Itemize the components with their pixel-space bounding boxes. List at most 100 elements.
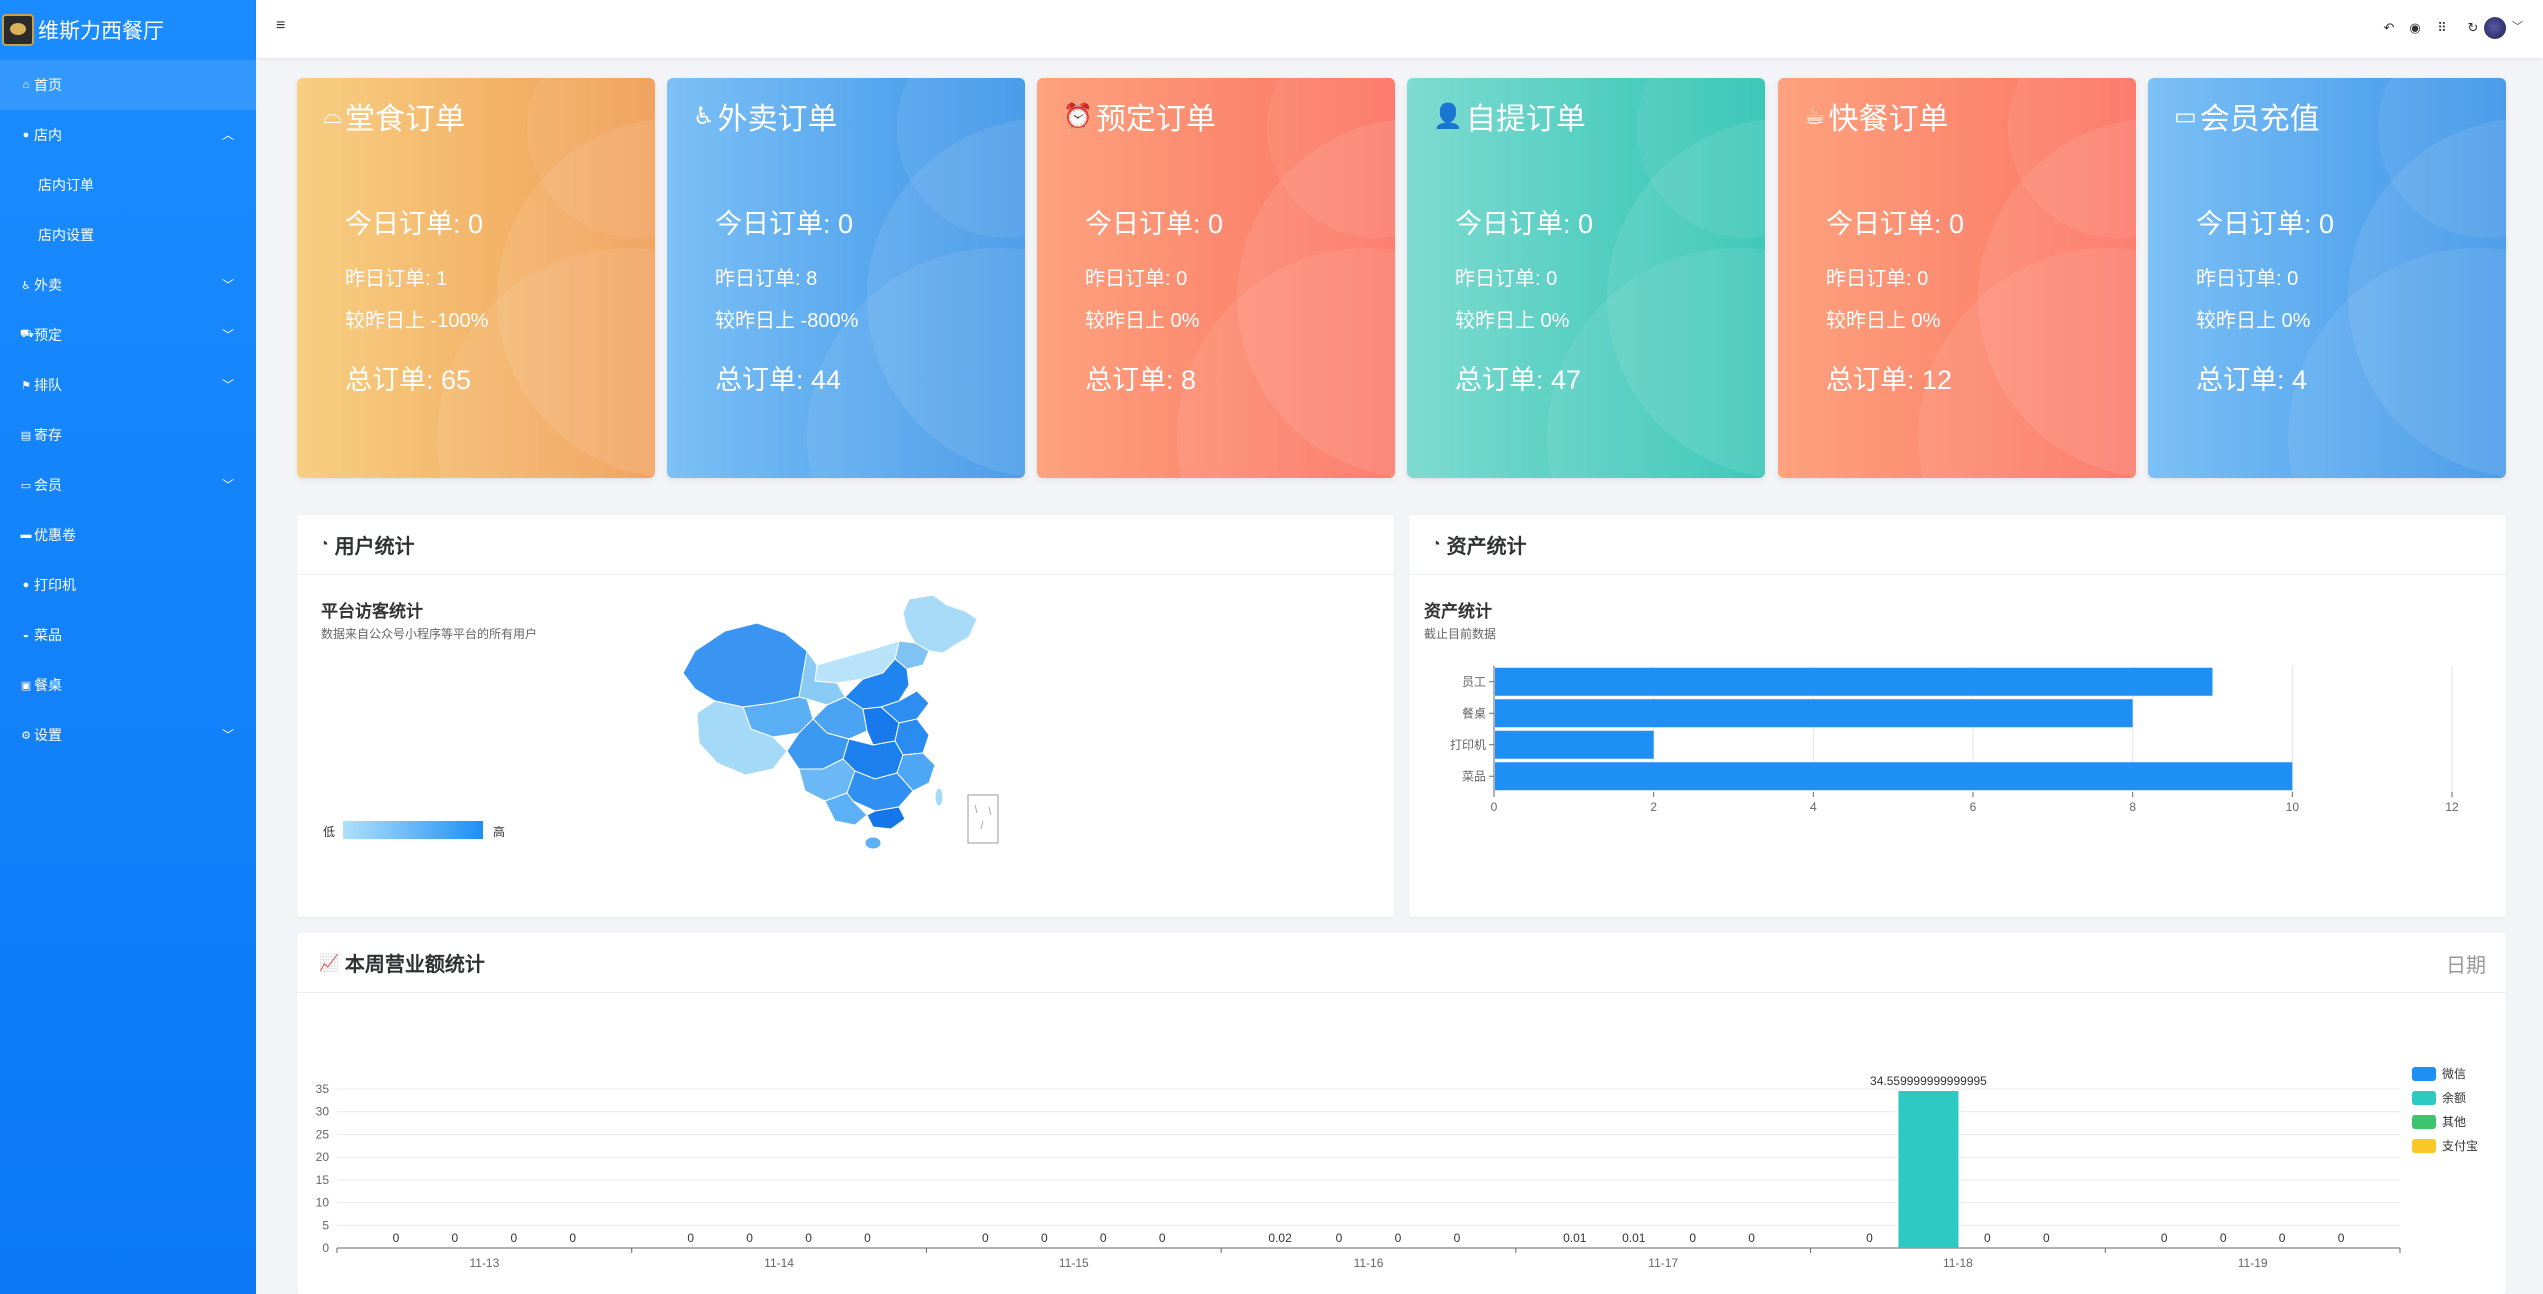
y-tick-label: 25 <box>316 1127 330 1141</box>
table-icon: ▣ <box>20 679 32 692</box>
sidebar-item-in-store[interactable]: ● 店内 ︿ <box>0 110 256 160</box>
refresh-icon[interactable]: ↻ <box>2465 20 2481 36</box>
data-label: 0 <box>2043 1231 2050 1245</box>
data-label: 0 <box>393 1231 400 1245</box>
sidebar-item-label: 会员 <box>34 477 62 493</box>
asset-bar <box>1495 762 2293 791</box>
card-title: ☕ 快餐订单 <box>1804 94 1949 138</box>
yesterday-orders: 昨日订单: 0 <box>1455 268 1558 290</box>
x-tick-label: 11-13 <box>469 1256 499 1270</box>
person-icon: 👤 <box>1433 102 1463 130</box>
data-label: 0.01 <box>1563 1231 1587 1245</box>
x-tick-label: 12 <box>2445 800 2459 814</box>
y-tick-label: 35 <box>316 1082 330 1096</box>
data-label: 0 <box>2338 1231 2345 1245</box>
stat-card[interactable]: ⏰ 预定订单 今日订单: 0 昨日订单: 0 较昨日上 0% 总订单: 8 <box>1037 78 1395 478</box>
category-label: 餐桌 <box>1462 705 1486 720</box>
chevron-down-icon[interactable]: ﹀ <box>222 376 234 393</box>
data-label: 0 <box>982 1231 989 1245</box>
compare-yesterday: 较昨日上 -800% <box>715 310 859 332</box>
data-label: 34.559999999999995 <box>1870 1074 1987 1088</box>
sidebar-item-home[interactable]: ⌂ 首页 <box>0 60 256 110</box>
theme-icon[interactable]: ◉ <box>2407 20 2423 36</box>
compare-yesterday: 较昨日上 0% <box>1455 310 1570 332</box>
chevron-down-icon[interactable]: ﹀ <box>222 476 234 493</box>
sidebar-item-printer[interactable]: ● 打印机 <box>0 560 256 610</box>
restaurant-logo <box>2 14 34 46</box>
x-tick-label: 4 <box>1810 800 1817 814</box>
legend-swatch <box>2412 1115 2436 1129</box>
total-orders: 总订单: 65 <box>345 365 472 395</box>
sidebar-item-queue[interactable]: ⚑ 排队 ﹀ <box>0 360 256 410</box>
today-orders: 今日订单: 0 <box>715 209 854 239</box>
stat-card[interactable]: ⌓ 堂食订单 今日订单: 0 昨日订单: 1 较昨日上 -100% 总订单: 65 <box>297 78 655 478</box>
data-label: 0.02 <box>1268 1231 1292 1245</box>
chart-icon: ◔ <box>1431 535 1441 553</box>
asset-bar <box>1495 667 2213 696</box>
chevron-down-icon[interactable]: ﹀ <box>2512 18 2523 34</box>
stat-card[interactable]: ♿ 外卖订单 今日订单: 0 昨日订单: 8 较昨日上 -800% 总订单: 44 <box>667 78 1025 478</box>
stat-card[interactable]: ☕ 快餐订单 今日订单: 0 昨日订单: 0 较昨日上 0% 总订单: 12 <box>1778 78 2136 478</box>
back-icon[interactable]: ↶ <box>2381 20 2397 36</box>
chevron-up-icon[interactable]: ︿ <box>222 126 234 143</box>
apps-icon[interactable]: ⠿ <box>2434 20 2450 36</box>
card-title: ♿ 外卖订单 <box>693 94 838 138</box>
sidebar-item-tables[interactable]: ▣ 餐桌 <box>0 660 256 710</box>
sidebar-item-label: 店内订单 <box>38 177 94 193</box>
sidebar-item-in-store-orders[interactable]: 店内订单 <box>0 160 256 210</box>
card-title-text: 预定订单 <box>1095 103 1216 136</box>
gear-icon: ⚙ <box>21 729 31 742</box>
chevron-down-icon[interactable]: ﹀ <box>222 326 234 343</box>
data-label: 0 <box>1866 1231 1873 1245</box>
card-title-text: 外卖订单 <box>717 103 838 136</box>
sidebar-item-dishes[interactable]: ◒ 菜品 <box>0 610 256 660</box>
sidebar-item-storage[interactable]: ▤ 寄存 <box>0 410 256 460</box>
yesterday-orders: 昨日订单: 0 <box>2196 268 2299 290</box>
data-label: 0 <box>687 1231 694 1245</box>
date-picker-link[interactable]: 日期 <box>2446 949 2486 978</box>
china-visitor-map[interactable] <box>677 593 1017 863</box>
data-label: 0 <box>864 1231 871 1245</box>
x-tick-label: 6 <box>1970 800 1977 814</box>
asset-stats-panel: ◔ 资产统计 资产统计 截止目前数据 0 2 4 6 8 10 12 员工 餐桌 打印机 菜品 <box>1409 515 2506 917</box>
brand[interactable]: 维斯力西餐厅 <box>0 0 256 60</box>
x-tick-label: 11-19 <box>2238 1256 2268 1270</box>
sidebar-item-takeout[interactable]: ♿ 外卖 ﹀ <box>0 260 256 310</box>
sidebar-item-label: 首页 <box>34 77 62 93</box>
sidebar-item-label: 排队 <box>34 377 62 393</box>
sidebar-item-label: 店内设置 <box>38 227 94 243</box>
x-tick-label: 11-17 <box>1648 1256 1678 1270</box>
sidebar-item-in-store-settings[interactable]: 店内设置 <box>0 210 256 260</box>
bike-icon: ♿ <box>693 102 715 130</box>
sidebar-item-reserve[interactable]: ⛟ 预定 ﹀ <box>0 310 256 360</box>
sidebar-menu: ⌂ 首页 ● 店内 ︿ 店内订单 店内设置 ♿ 外卖 ﹀ ⛟ 预定 ﹀ ⚑ 排队 ﹀ ▤ 寄存 ▭ 会员 ﹀ ▬ 优惠卷 ● 打… <box>0 60 256 760</box>
card-decoration <box>1177 248 1395 478</box>
asset-bar <box>1495 730 1654 759</box>
avatar[interactable] <box>2484 17 2506 39</box>
stat-card[interactable]: ▭ 会员充值 今日订单: 0 昨日订单: 0 较昨日上 0% 总订单: 4 <box>2148 78 2506 478</box>
compare-yesterday: 较昨日上 0% <box>2196 310 2311 332</box>
chevron-down-icon[interactable]: ﹀ <box>222 726 234 743</box>
sidebar-item-coupon[interactable]: ▬ 优惠卷 <box>0 510 256 560</box>
sidebar-item-settings[interactable]: ⚙ 设置 ﹀ <box>0 710 256 760</box>
sidebar-item-label: 打印机 <box>34 577 76 593</box>
legend-swatch <box>2412 1091 2436 1105</box>
data-label: 0 <box>2220 1231 2227 1245</box>
sidebar-item-member[interactable]: ▭ 会员 ﹀ <box>0 460 256 510</box>
legend-high-label: 高 <box>493 825 506 839</box>
coupon-icon: ▬ <box>20 529 32 541</box>
chevron-down-icon[interactable]: ﹀ <box>222 276 234 293</box>
chart-icon: ◔ <box>319 535 329 553</box>
panel-title: 用户统计 <box>334 536 415 558</box>
panel-title: 资产统计 <box>1446 536 1527 558</box>
hamburger-icon[interactable]: ≡ <box>276 17 285 35</box>
today-orders: 今日订单: 0 <box>1085 209 1224 239</box>
stat-card[interactable]: 👤 自提订单 今日订单: 0 昨日订单: 0 较昨日上 0% 总订单: 47 <box>1407 78 1765 478</box>
compare-yesterday: 较昨日上 0% <box>1826 310 1941 332</box>
compare-yesterday: 较昨日上 0% <box>1085 310 1200 332</box>
visual-map-gradient[interactable] <box>343 821 483 839</box>
total-orders: 总订单: 44 <box>715 365 842 395</box>
data-label: 0 <box>746 1231 753 1245</box>
cart-icon: ⛟ <box>20 328 34 340</box>
sidebar-item-label: 餐桌 <box>34 677 62 693</box>
